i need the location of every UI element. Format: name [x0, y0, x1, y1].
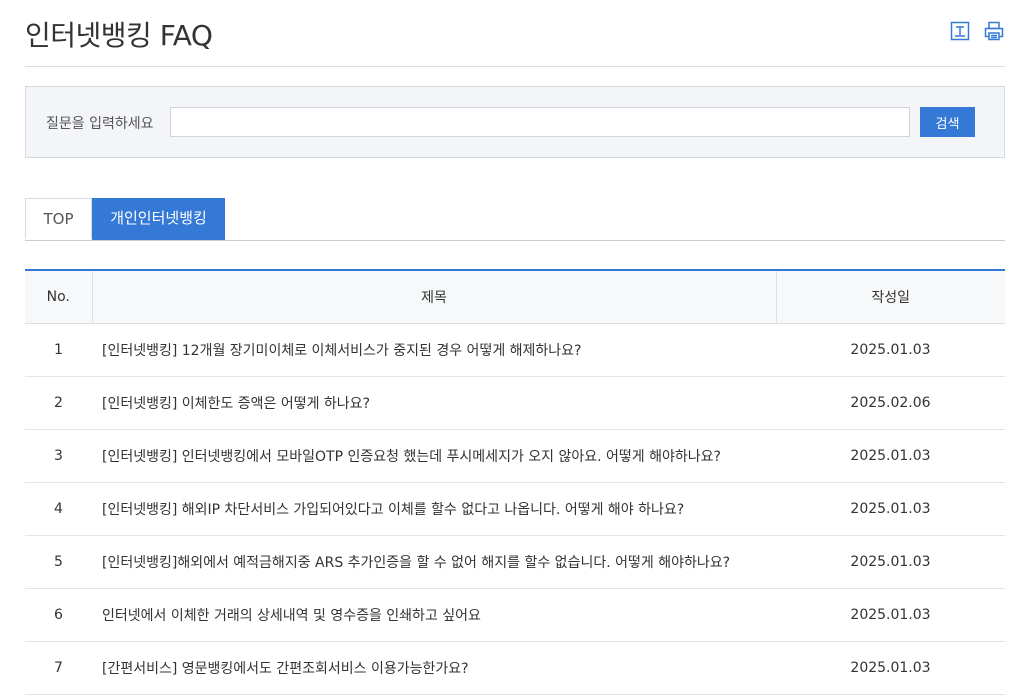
row-date: 2025.01.03: [776, 482, 1005, 536]
row-date: 2025.02.06: [776, 376, 1005, 430]
header-icons: [949, 20, 1005, 42]
search-button[interactable]: 검색: [920, 107, 975, 137]
row-date: 2025.01.03: [776, 641, 1005, 695]
table-row: 1 [인터넷뱅킹] 12개월 장기미이체로 이체서비스가 중지된 경우 어떻게 …: [25, 323, 1005, 377]
table-row: 5 [인터넷뱅킹]해외에서 예적금해지중 ARS 추가인증을 할 수 없어 해지…: [25, 535, 1005, 589]
row-date: 2025.01.03: [776, 588, 1005, 642]
table-header-row: No. 제목 작성일: [25, 270, 1005, 324]
print-icon[interactable]: [983, 20, 1005, 42]
tab-top[interactable]: TOP: [25, 198, 92, 239]
row-number: 4: [25, 482, 92, 536]
row-number: 1: [25, 323, 92, 377]
row-number: 6: [25, 588, 92, 642]
column-header-no: No.: [25, 270, 92, 324]
table-row: 2 [인터넷뱅킹] 이체한도 증액은 어떻게 하나요? 2025.02.06: [25, 376, 1005, 430]
faq-table: No. 제목 작성일 1 [인터넷뱅킹] 12개월 장기미이체로 이체서비스가 …: [25, 269, 1005, 695]
table-row: 7 [간편서비스] 영문뱅킹에서도 간편조회서비스 이용가능한가요? 2025.…: [25, 641, 1005, 695]
page-header: 인터넷뱅킹 FAQ: [25, 0, 1005, 67]
search-box: 질문을 입력하세요 검색: [25, 86, 1005, 158]
download-icon[interactable]: [949, 20, 971, 42]
row-number: 3: [25, 429, 92, 483]
row-date: 2025.01.03: [776, 535, 1005, 589]
row-number: 2: [25, 376, 92, 430]
column-header-date: 작성일: [776, 270, 1005, 324]
row-date: 2025.01.03: [776, 429, 1005, 483]
row-number: 5: [25, 535, 92, 589]
faq-title-link[interactable]: [인터넷뱅킹]해외에서 예적금해지중 ARS 추가인증을 할 수 없어 해지를 …: [92, 535, 776, 589]
tab-personal-internet-banking[interactable]: 개인인터넷뱅킹: [92, 198, 225, 240]
faq-title-link[interactable]: [인터넷뱅킹] 인터넷뱅킹에서 모바일OTP 인증요청 했는데 푸시메세지가 오…: [92, 429, 776, 483]
row-number: 7: [25, 641, 92, 695]
faq-page: 인터넷뱅킹 FAQ 질문을 입력하세요 검색 TOP 개인인터넷뱅킹 No. 제…: [25, 0, 1005, 695]
table-row: 3 [인터넷뱅킹] 인터넷뱅킹에서 모바일OTP 인증요청 했는데 푸시메세지가…: [25, 429, 1005, 483]
page-title: 인터넷뱅킹 FAQ: [25, 19, 213, 52]
faq-title-link[interactable]: [인터넷뱅킹] 12개월 장기미이체로 이체서비스가 중지된 경우 어떻게 해제…: [92, 323, 776, 377]
faq-title-link[interactable]: [인터넷뱅킹] 해외IP 차단서비스 가입되어있다고 이체를 할수 없다고 나옵…: [92, 482, 776, 536]
faq-title-link[interactable]: [인터넷뱅킹] 이체한도 증액은 어떻게 하나요?: [92, 376, 776, 430]
faq-title-link[interactable]: [간편서비스] 영문뱅킹에서도 간편조회서비스 이용가능한가요?: [92, 641, 776, 695]
row-date: 2025.01.03: [776, 323, 1005, 377]
table-row: 4 [인터넷뱅킹] 해외IP 차단서비스 가입되어있다고 이체를 할수 없다고 …: [25, 482, 1005, 536]
search-input[interactable]: [170, 107, 910, 137]
table-row: 6 인터넷에서 이체한 거래의 상세내역 및 영수증을 인쇄하고 싶어요 202…: [25, 588, 1005, 642]
tab-bar: TOP 개인인터넷뱅킹: [25, 198, 1005, 241]
column-header-title: 제목: [91, 270, 777, 324]
faq-title-link[interactable]: 인터넷에서 이체한 거래의 상세내역 및 영수증을 인쇄하고 싶어요: [92, 588, 776, 642]
search-label: 질문을 입력하세요: [46, 116, 154, 132]
